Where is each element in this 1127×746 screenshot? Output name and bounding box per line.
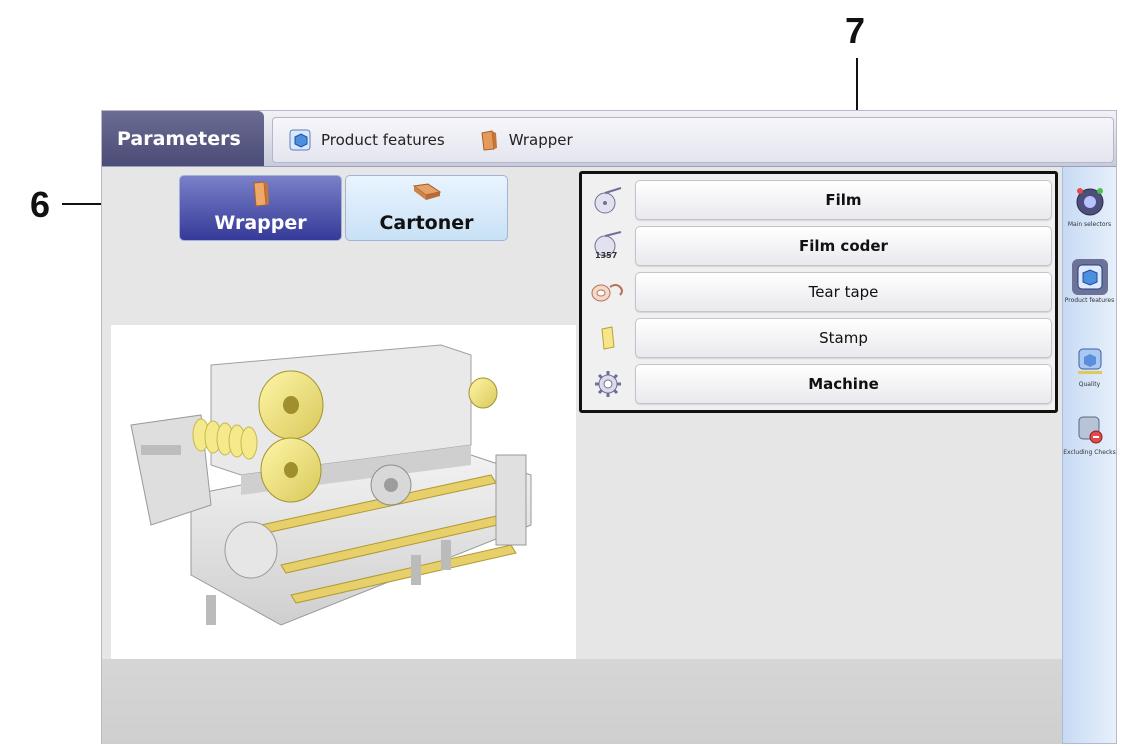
machine-image — [111, 325, 576, 661]
film-icon — [585, 178, 631, 222]
app-window: Parameters Product features Wrapper Wrap… — [101, 110, 1117, 744]
feature-row-film-coder[interactable]: 1357 Film coder — [585, 224, 1052, 268]
sidebar-item-main-selectors[interactable]: Main selectors — [1063, 183, 1116, 228]
machine-gear-icon — [585, 362, 631, 406]
feature-row-machine[interactable]: Machine — [585, 362, 1052, 406]
feature-row-stamp[interactable]: Stamp — [585, 316, 1052, 360]
breadcrumb-wrapper[interactable]: Wrapper — [509, 131, 573, 149]
sidebar-item-excluding-checks-label: Excluding Checks — [1063, 449, 1116, 456]
wrapper-icon[interactable] — [475, 127, 501, 153]
callout-number-7: 7 — [845, 10, 866, 51]
sidebar-item-excluding-checks[interactable]: Excluding Checks — [1063, 411, 1116, 456]
product-features-icon — [1071, 259, 1108, 295]
tab-wrapper[interactable]: Wrapper — [179, 175, 342, 241]
main-selectors-icon — [1072, 183, 1108, 219]
bottom-status-area — [102, 659, 1062, 744]
stamp-button[interactable]: Stamp — [635, 318, 1052, 358]
breadcrumb: Product features Wrapper — [272, 117, 1114, 163]
film-button[interactable]: Film — [635, 180, 1052, 220]
machine-button[interactable]: Machine — [635, 364, 1052, 404]
film-coder-icon: 1357 — [585, 224, 631, 268]
top-bar: Parameters Product features Wrapper — [102, 111, 1116, 167]
sidebar-item-product-features-label: Product features — [1064, 297, 1115, 304]
breadcrumb-product-features[interactable]: Product features — [321, 131, 445, 149]
tear-tape-button[interactable]: Tear tape — [635, 272, 1052, 312]
product-features-icon[interactable] — [287, 127, 313, 153]
feature-row-tear-tape[interactable]: Tear tape — [585, 270, 1052, 314]
tear-tape-icon — [585, 270, 631, 314]
tab-cartoner-label: Cartoner — [379, 212, 474, 234]
film-coder-button[interactable]: Film coder — [635, 226, 1052, 266]
film-coder-icon-text: 1357 — [595, 251, 617, 260]
right-sidebar: Main selectors Product features Quality — [1062, 167, 1116, 743]
quality-icon — [1072, 343, 1108, 379]
tab-cartoner[interactable]: Cartoner — [345, 175, 508, 241]
excluding-checks-icon — [1072, 411, 1108, 447]
feature-row-film[interactable]: Film — [585, 178, 1052, 222]
sidebar-item-main-selectors-label: Main selectors — [1067, 221, 1112, 228]
sidebar-item-product-features[interactable]: Product features — [1063, 259, 1116, 304]
tab-wrapper-label: Wrapper — [214, 212, 307, 234]
sidebar-item-quality-label: Quality — [1078, 381, 1101, 388]
stamp-icon — [585, 316, 631, 360]
cartoner-icon — [412, 183, 441, 200]
callout-number-6: 6 — [30, 184, 51, 225]
feature-list: Film 1357 Film coder Tear tape Stamp Mac… — [579, 171, 1058, 413]
page-title: Parameters — [102, 111, 264, 166]
wrapper-icon — [252, 181, 269, 207]
sidebar-item-quality[interactable]: Quality — [1063, 343, 1116, 388]
